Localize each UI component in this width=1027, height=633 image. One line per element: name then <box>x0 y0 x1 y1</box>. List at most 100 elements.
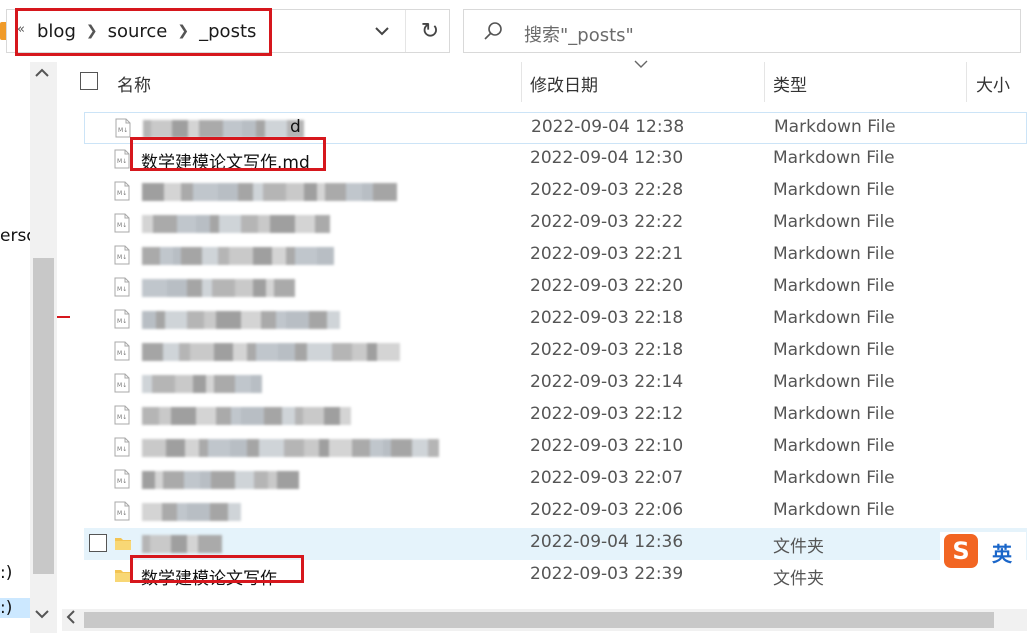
modified-date: 2022-09-03 22:10 <box>530 436 684 456</box>
file-type: Markdown File <box>774 117 896 137</box>
modified-date: 2022-09-03 22:14 <box>530 372 684 392</box>
nav-drive-label-selected[interactable]: :) <box>0 598 30 618</box>
column-header-size[interactable]: 大小 <box>976 71 1010 96</box>
search-icon <box>482 20 504 46</box>
file-type: Markdown File <box>773 148 895 168</box>
svg-text:M↓: M↓ <box>117 510 127 517</box>
column-header-name[interactable]: 名称 <box>117 71 151 96</box>
file-row[interactable]: M↓ 2022-09-03 22:14 Markdown File <box>84 368 1027 400</box>
file-row[interactable]: M↓ 2022-09-03 22:21 Markdown File <box>84 240 1027 272</box>
file-row[interactable]: M↓ 2022-09-03 22:18 Markdown File <box>84 304 1027 336</box>
svg-text:M↓: M↓ <box>117 318 127 325</box>
blurred-filename <box>142 535 222 555</box>
blurred-filename <box>142 311 340 331</box>
modified-date: 2022-09-03 22:06 <box>530 500 684 520</box>
file-row[interactable]: M↓ 2022-09-03 22:07 Markdown File <box>84 464 1027 496</box>
highlight-box <box>15 8 272 56</box>
markdown-file-icon: M↓ <box>114 149 130 169</box>
markdown-file-icon: M↓ <box>114 469 130 489</box>
modified-date: 2022-09-03 22:28 <box>530 180 684 200</box>
file-type: 文件夹 <box>773 537 824 557</box>
folder-icon <box>115 535 131 550</box>
file-row[interactable]: M↓ 2022-09-03 22:10 Markdown File <box>84 432 1027 464</box>
svg-text:M↓: M↓ <box>117 446 127 453</box>
file-row[interactable]: M↓ 2022-09-03 22:28 Markdown File <box>84 176 1027 208</box>
search-box[interactable]: 搜索"_posts" <box>463 9 1021 53</box>
svg-text:M↓: M↓ <box>117 222 127 229</box>
address-bar[interactable]: « blog ❯ source ❯ _posts ↻ <box>6 8 450 56</box>
blurred-filename <box>142 247 334 267</box>
file-type: Markdown File <box>773 244 895 264</box>
scrollbar-thumb[interactable] <box>84 612 994 628</box>
column-divider[interactable] <box>521 62 522 102</box>
modified-date: 2022-09-03 22:07 <box>530 468 684 488</box>
svg-text:M↓: M↓ <box>118 127 128 134</box>
folder-row[interactable]: 数学建模论文写作 2022-09-03 22:39 文件夹 <box>84 555 1027 592</box>
modified-date: 2022-09-04 12:30 <box>530 148 684 168</box>
ime-indicator[interactable]: S 英 <box>940 532 1026 570</box>
folder-icon <box>115 567 131 582</box>
ime-mode-label[interactable]: 英 <box>992 538 1012 567</box>
chevron-down-icon[interactable] <box>371 20 393 42</box>
markdown-file-icon: M↓ <box>114 373 130 393</box>
column-header-type[interactable]: 类型 <box>773 71 807 96</box>
modified-date: 2022-09-04 12:36 <box>530 532 684 552</box>
markdown-file-icon: M↓ <box>114 213 130 233</box>
column-header-date[interactable]: 修改日期 <box>530 71 598 96</box>
column-divider[interactable] <box>966 62 967 102</box>
refresh-icon[interactable]: ↻ <box>415 17 445 45</box>
nav-drive-label[interactable]: :) <box>0 563 12 583</box>
file-type: Markdown File <box>773 212 895 232</box>
scrollbar-thumb[interactable] <box>33 258 54 574</box>
file-type: Markdown File <box>773 180 895 200</box>
file-name[interactable]: d <box>290 117 301 137</box>
svg-text:M↓: M↓ <box>117 478 127 485</box>
modified-date: 2022-09-03 22:39 <box>530 564 684 584</box>
markdown-file-icon: M↓ <box>115 118 131 138</box>
file-row[interactable]: M↓ 2022-09-03 22:18 Markdown File <box>84 336 1027 368</box>
svg-text:M↓: M↓ <box>117 286 127 293</box>
column-divider[interactable] <box>764 62 765 102</box>
markdown-file-icon: M↓ <box>114 277 130 297</box>
scroll-down-icon[interactable] <box>35 607 49 623</box>
blurred-filename <box>142 375 262 395</box>
search-input[interactable]: 搜索"_posts" <box>524 21 634 47</box>
modified-date: 2022-09-03 22:20 <box>530 276 684 296</box>
markdown-file-icon: M↓ <box>114 501 130 521</box>
modified-date: 2022-09-03 22:12 <box>530 404 684 424</box>
file-type: Markdown File <box>773 308 895 328</box>
modified-date: 2022-09-03 22:22 <box>530 212 684 232</box>
scroll-left-icon[interactable] <box>66 610 76 628</box>
modified-date: 2022-09-04 12:38 <box>531 117 685 137</box>
markdown-file-icon: M↓ <box>114 405 130 425</box>
select-all-checkbox[interactable] <box>80 72 98 90</box>
blurred-filename <box>142 183 397 203</box>
file-row[interactable]: M↓ 2022-09-03 22:12 Markdown File <box>84 400 1027 432</box>
markdown-file-icon: M↓ <box>114 245 130 265</box>
row-checkbox[interactable] <box>89 534 107 552</box>
markdown-file-icon: M↓ <box>114 341 130 361</box>
blurred-filename <box>142 471 299 491</box>
blurred-filename <box>142 343 400 363</box>
modified-date: 2022-09-03 22:18 <box>530 340 684 360</box>
svg-text:M↓: M↓ <box>117 382 127 389</box>
blurred-filename <box>142 439 439 459</box>
nav-scrollbar[interactable] <box>30 62 57 633</box>
file-row[interactable]: M↓ 2022-09-03 22:20 Markdown File <box>84 272 1027 304</box>
modified-date: 2022-09-03 22:21 <box>530 244 684 264</box>
file-type: Markdown File <box>773 404 895 424</box>
markdown-file-icon: M↓ <box>114 437 130 457</box>
file-type: 文件夹 <box>773 569 824 589</box>
file-type: Markdown File <box>773 468 895 488</box>
file-row[interactable]: M↓ 2022-09-03 22:06 Markdown File <box>84 496 1027 528</box>
file-type: Markdown File <box>773 500 895 520</box>
file-type: Markdown File <box>773 372 895 392</box>
sort-indicator-icon <box>634 57 648 72</box>
highlight-box <box>130 137 326 171</box>
scroll-up-icon[interactable] <box>35 66 49 82</box>
horizontal-scrollbar[interactable] <box>62 609 1027 631</box>
svg-text:M↓: M↓ <box>117 254 127 261</box>
markdown-file-icon: M↓ <box>114 181 130 201</box>
file-row[interactable]: M↓ 数学建模论文写作.md 2022-09-04 12:30 Markdown Fi… <box>84 137 1027 176</box>
file-row[interactable]: M↓ 2022-09-03 22:22 Markdown File <box>84 208 1027 240</box>
